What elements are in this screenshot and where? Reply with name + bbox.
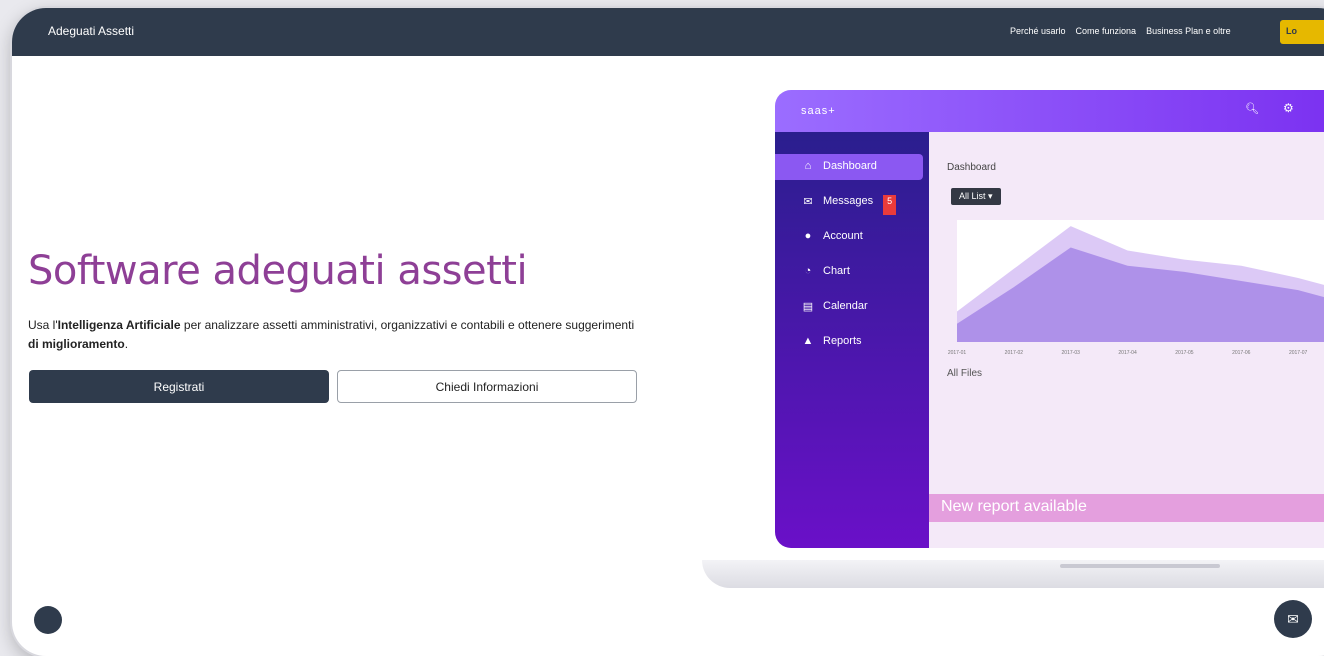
sidebar-item-messages: ✉ Messages 5: [775, 189, 929, 215]
search-icon: 🔍︎: [1245, 103, 1259, 115]
user-icon: ●: [804, 230, 812, 242]
desc-bold: di miglioramento: [28, 337, 125, 351]
mail-icon: ✉: [803, 196, 813, 208]
request-info-button[interactable]: Chiedi Informazioni: [337, 370, 637, 403]
sidebar-item-label: Chart: [823, 265, 850, 277]
top-navbar: Adeguati Assetti Perché usarlo Come funz…: [12, 8, 1324, 56]
page-frame: Adeguati Assetti Perché usarlo Come funz…: [12, 8, 1324, 656]
login-button[interactable]: Lo: [1280, 20, 1324, 44]
desc-text: .: [124, 337, 129, 351]
x-tick-label: 2017-06: [1232, 350, 1251, 356]
nav-link-perche[interactable]: Perché usarlo: [1010, 26, 1066, 36]
sidebar-item-chart: ◔ Chart: [775, 259, 929, 285]
dashboard-mockup: saas+ 🔍︎ ⚙ ⌂ Dashboard ✉ Messages 5 ● Ac…: [775, 90, 1324, 548]
laptop-hinge: [1060, 564, 1220, 568]
sidebar-item-label: Calendar: [823, 300, 868, 312]
nav-links: Perché usarlo Come funziona Business Pla…: [1010, 26, 1231, 36]
area-chart: 2017-01 2017-02 2017-03 2017-04 2017-05 2017-…: [948, 220, 1324, 356]
scroll-button[interactable]: [34, 606, 62, 634]
x-tick-label: 2017-05: [1175, 350, 1194, 356]
x-tick-label: 2017-04: [1118, 350, 1137, 356]
sidebar-item-label: Reports: [823, 335, 862, 347]
laptop-base: [702, 560, 1324, 588]
mockup-brand: saas+: [801, 105, 836, 117]
breadcrumb: Dashboard: [947, 162, 996, 173]
x-tick-label: 2017-07: [1289, 350, 1308, 356]
calendar-icon: ▤: [802, 301, 814, 313]
list-dropdown: All List ▾: [951, 188, 1001, 205]
nav-link-business-plan[interactable]: Business Plan e oltre: [1146, 26, 1231, 36]
chat-icon[interactable]: ✉: [1274, 600, 1312, 638]
brand-logo[interactable]: Adeguati Assetti: [48, 24, 134, 38]
pie-chart-icon: ◔: [804, 265, 812, 277]
sidebar-item-account: ● Account: [775, 224, 929, 250]
sidebar-item-label: Dashboard: [823, 160, 877, 172]
sidebar-item-reports: ▲ Reports: [775, 329, 929, 355]
nav-link-come-funziona[interactable]: Come funziona: [1076, 26, 1137, 36]
desc-text: Usa l': [28, 318, 58, 332]
x-tick-label: 2017-03: [1062, 350, 1081, 356]
warning-icon: ▲: [802, 335, 814, 347]
hero-title: Software adeguati assetti: [28, 248, 528, 294]
x-tick-label: 2017-01: [948, 350, 967, 356]
mockup-main: Dashboard All List ▾ 2017-01 2017-02 2017-…: [929, 132, 1324, 548]
desc-text: per analizzare assetti amministrativi, o…: [180, 318, 635, 332]
mockup-topbar: saas+ 🔍︎ ⚙: [775, 90, 1324, 132]
sidebar-item-dashboard: ⌂ Dashboard: [775, 154, 923, 180]
x-tick-label: 2017-02: [1005, 350, 1024, 356]
sidebar-item-label: Messages: [823, 195, 874, 207]
messages-badge: 5: [883, 195, 897, 215]
mockup-sidebar: ⌂ Dashboard ✉ Messages 5 ● Account ◔ Cha…: [775, 132, 929, 548]
register-button[interactable]: Registrati: [29, 370, 329, 403]
hero-description: Usa l'Intelligenza Artificiale per anali…: [28, 316, 648, 354]
report-banner: New report available: [929, 494, 1324, 522]
desc-bold: Intelligenza Artificiale: [57, 318, 181, 332]
files-label: All Files: [947, 368, 983, 379]
gear-icon: ⚙: [1283, 101, 1294, 115]
sidebar-item-calendar: ▤ Calendar: [775, 294, 929, 320]
home-icon: ⌂: [804, 160, 812, 172]
sidebar-item-label: Account: [823, 230, 863, 242]
